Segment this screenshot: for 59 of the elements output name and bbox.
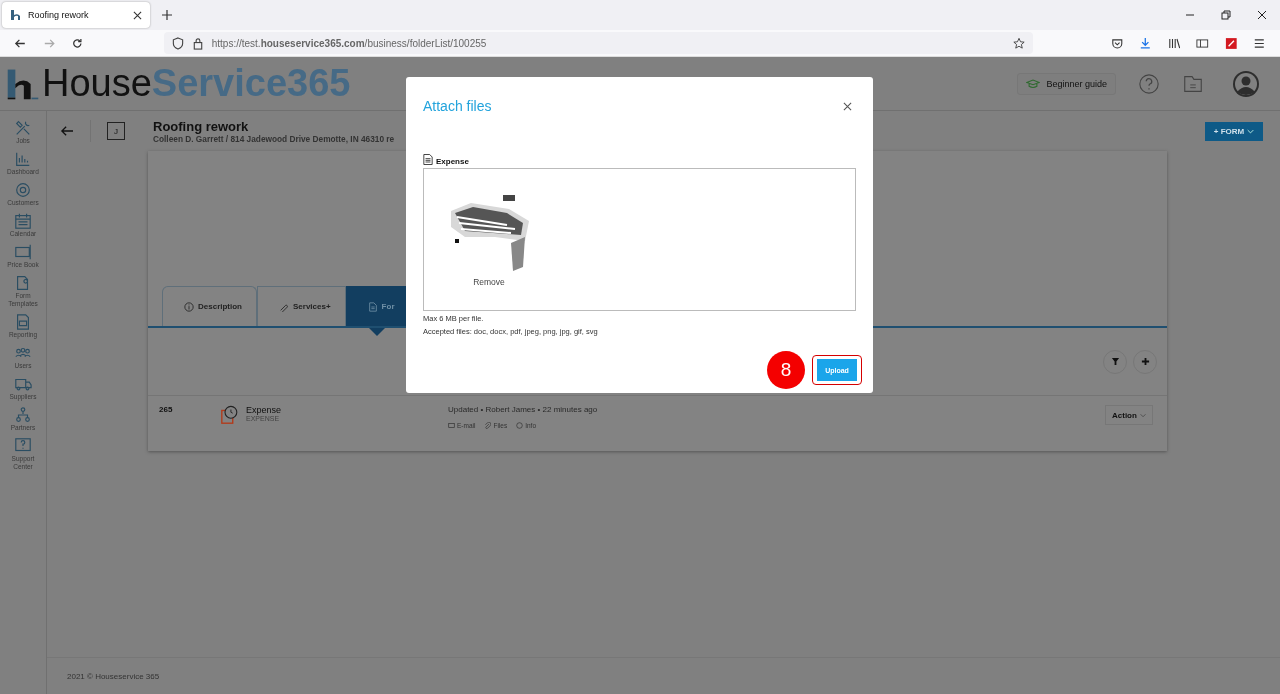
new-tab-icon[interactable] bbox=[162, 10, 172, 20]
menu-icon[interactable] bbox=[1253, 36, 1267, 50]
reload-icon[interactable] bbox=[71, 36, 84, 50]
mail-icon bbox=[448, 422, 455, 429]
close-icon[interactable] bbox=[843, 101, 852, 111]
footer-text: 2021 © Houseservice 365 bbox=[67, 671, 160, 681]
logo-text: HouseService365 bbox=[42, 62, 351, 105]
tab[interactable]: Services+ bbox=[257, 286, 346, 326]
bar-chart-icon bbox=[14, 150, 32, 168]
job-address: Colleen D. Garrett / 814 Jadewood Drive Demotte, IN 46310 re bbox=[153, 133, 395, 144]
job-badge: J bbox=[107, 122, 125, 140]
beginner-guide-button[interactable]: Beginner guide bbox=[1017, 72, 1116, 95]
sidebar-icon[interactable] bbox=[1196, 36, 1209, 50]
tools-icon bbox=[14, 119, 32, 137]
row-number: 265 bbox=[159, 405, 174, 414]
job-title: Roofing rework bbox=[153, 118, 250, 134]
org-chart-icon bbox=[14, 406, 32, 424]
close-icon[interactable] bbox=[133, 10, 142, 20]
updated-info: Updated • Robert James • 22 minutes ago bbox=[448, 405, 598, 414]
help-icon[interactable] bbox=[1138, 72, 1160, 95]
tab-title: Roofing rework bbox=[28, 10, 90, 20]
form-history-icon bbox=[220, 405, 240, 425]
download-icon[interactable] bbox=[1139, 36, 1152, 50]
caret-icon bbox=[1247, 128, 1255, 134]
pocket-icon[interactable] bbox=[1110, 36, 1124, 50]
info-icon bbox=[184, 301, 194, 312]
action-dropdown[interactable]: Action bbox=[1105, 405, 1153, 425]
avatar-icon[interactable] bbox=[1232, 69, 1260, 98]
dialog-title: Attach files bbox=[423, 98, 492, 114]
close-icon[interactable] bbox=[1257, 10, 1267, 20]
report-icon bbox=[14, 313, 32, 331]
star-icon[interactable] bbox=[1012, 36, 1025, 50]
lock-icon bbox=[191, 36, 204, 50]
info-icon bbox=[516, 422, 524, 429]
form-name[interactable]: Expense bbox=[246, 405, 448, 415]
restore-icon[interactable] bbox=[1221, 10, 1231, 20]
calendar-icon bbox=[14, 212, 32, 230]
remove-link[interactable]: Remove bbox=[473, 277, 505, 287]
step-badge: 8 bbox=[767, 351, 805, 389]
add-form-button[interactable]: + FORM bbox=[1205, 121, 1263, 141]
caret-icon bbox=[1139, 412, 1146, 418]
graduation-cap-icon bbox=[1026, 78, 1041, 89]
file-label: Expense bbox=[436, 157, 469, 166]
back-icon[interactable] bbox=[60, 125, 74, 137]
plus-icon bbox=[1140, 357, 1150, 366]
tab[interactable]: Description bbox=[162, 286, 257, 326]
document-icon bbox=[423, 153, 433, 166]
browser-tab[interactable]: Roofing rework bbox=[2, 2, 150, 28]
document-icon bbox=[367, 301, 378, 312]
address-bar[interactable]: https://test.houseservice365.com/business/folderList/100255 bbox=[163, 32, 1033, 54]
drop-zone[interactable]: Remove bbox=[423, 168, 856, 311]
logo-icon bbox=[10, 9, 22, 21]
filter-icon bbox=[1110, 357, 1120, 366]
target-icon bbox=[14, 181, 32, 199]
library-icon[interactable] bbox=[1167, 36, 1181, 50]
paperclip-icon bbox=[484, 422, 492, 429]
shield-icon bbox=[171, 36, 184, 50]
tab-pointer bbox=[368, 328, 385, 336]
extension-icon[interactable] bbox=[1224, 36, 1238, 50]
